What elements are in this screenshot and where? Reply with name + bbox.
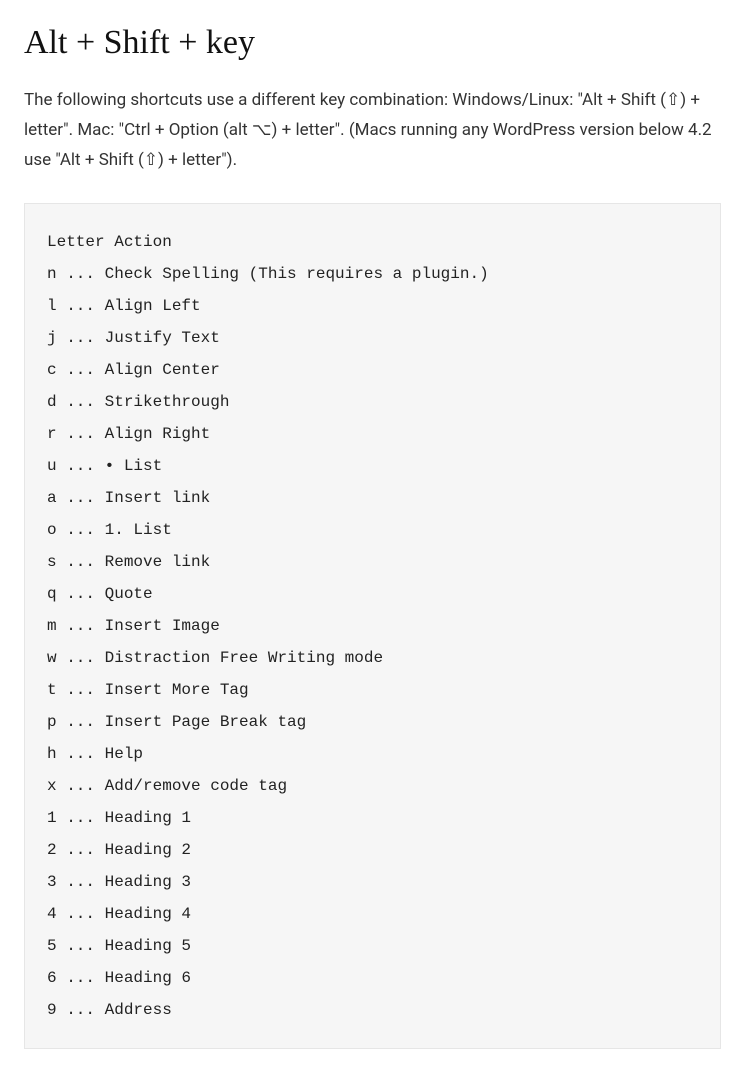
intro-paragraph: The following shortcuts use a different …	[24, 86, 721, 175]
page-title: Alt + Shift + key	[24, 24, 721, 62]
shortcuts-code-block: Letter Action n ... Check Spelling (This…	[24, 203, 721, 1049]
